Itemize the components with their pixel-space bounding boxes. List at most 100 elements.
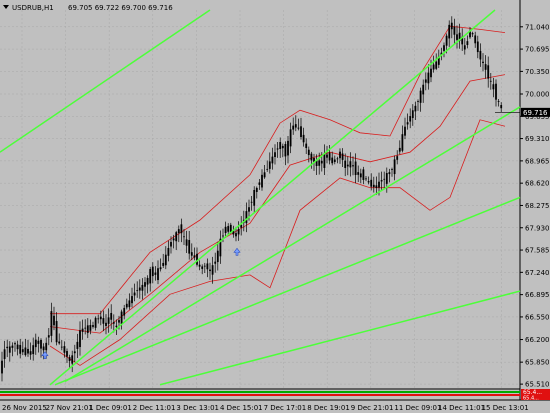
candle-body — [193, 255, 196, 258]
x-tick-label: 26 Nov 2015 — [2, 404, 47, 412]
candle-body — [141, 284, 144, 291]
candle-body — [89, 324, 92, 331]
plot-area[interactable] — [0, 0, 520, 400]
x-tick-label: 14 Dec 11:01 — [438, 404, 485, 412]
candle-body — [198, 264, 201, 267]
candle-body — [450, 22, 453, 30]
y-tick-label: 65.850 — [525, 359, 550, 367]
x-tick-label: 2 Dec 11:01 — [133, 404, 176, 412]
y-tick-label: 70.350 — [525, 68, 550, 76]
y-tick-label: 68.965 — [525, 157, 550, 165]
candle-body — [401, 134, 404, 151]
candle-body — [310, 153, 313, 161]
candle-body — [331, 157, 334, 164]
candle-body — [357, 172, 360, 175]
candle-body — [271, 156, 274, 164]
candle-body — [99, 316, 102, 320]
candle-body — [170, 241, 172, 247]
candle-body — [297, 127, 300, 129]
x-tick-label: 11 Dec 09:01 — [394, 404, 441, 412]
candle-body — [307, 149, 310, 156]
y-tick-label: 67.240 — [525, 269, 550, 277]
candle-body — [112, 322, 115, 324]
candle-body — [86, 325, 89, 333]
candle-body — [149, 269, 152, 284]
candle-body — [432, 64, 435, 70]
candle-body — [16, 344, 19, 350]
candle-body — [55, 321, 58, 343]
candle-body — [222, 235, 224, 237]
candle-body — [456, 34, 458, 40]
candle-body — [209, 269, 211, 272]
y-tick-label: 69.310 — [525, 135, 550, 143]
candle-body — [253, 189, 256, 206]
y-tick-label: 68.275 — [525, 202, 550, 210]
candle-body — [367, 181, 370, 183]
candle-body — [237, 229, 240, 235]
bottom-label-2: 65.4... — [523, 396, 539, 402]
candle-body — [492, 84, 495, 90]
candle-body — [258, 182, 261, 185]
candle-body — [118, 320, 120, 323]
candle-body — [47, 335, 50, 338]
candle-body — [396, 156, 399, 160]
candle-body — [211, 265, 214, 275]
candle-body — [97, 318, 100, 320]
x-tick-label: 4 Dec 15:01 — [220, 404, 263, 412]
chart-container[interactable]: 71.04070.69570.35070.00069.65569.31068.9… — [0, 0, 550, 413]
candle-body — [375, 185, 378, 188]
y-tick-label: 65.510 — [525, 381, 550, 389]
x-tick-label: 27 Nov 21:01 — [46, 404, 93, 412]
candle-body — [167, 247, 170, 256]
candle-body — [378, 181, 380, 188]
candle-body — [128, 300, 131, 308]
candle-body — [11, 345, 14, 348]
candle-body — [276, 148, 279, 150]
candle-body — [448, 24, 451, 39]
candle-body — [21, 349, 24, 353]
candle-body — [94, 317, 97, 328]
candle-body — [183, 236, 185, 238]
candle-body — [3, 349, 6, 360]
candle-body — [81, 328, 84, 332]
candle-body — [370, 179, 373, 187]
y-tick-label: 68.620 — [525, 180, 550, 188]
candle-body — [37, 340, 40, 344]
candle-body — [84, 327, 87, 329]
candle-body — [27, 348, 29, 354]
candle-body — [323, 153, 326, 168]
candle-body — [60, 346, 63, 348]
candle-body — [445, 35, 448, 46]
candle-body — [92, 325, 94, 327]
y-tick-label: 67.930 — [525, 224, 550, 232]
candle-body — [398, 147, 401, 152]
candle-body — [292, 125, 295, 130]
candle-body — [240, 224, 243, 228]
candle-body — [495, 83, 497, 100]
candle-body — [305, 143, 308, 149]
candle-body — [29, 351, 32, 355]
x-tick-label: 1 Dec 09:01 — [89, 404, 132, 412]
candle-body — [45, 342, 48, 351]
candle-body — [6, 346, 9, 349]
candle-body — [414, 105, 417, 112]
candle-body — [435, 61, 438, 69]
candle-body — [162, 262, 165, 266]
candle-body — [263, 172, 266, 178]
candle-body — [372, 184, 375, 188]
candle-body — [279, 142, 282, 150]
candle-body — [474, 35, 477, 44]
candle-body — [58, 341, 61, 344]
chart-symbol: USDRUB,H1 — [12, 4, 54, 12]
candle-body — [422, 84, 425, 95]
candle-body — [50, 311, 53, 336]
candle-body — [302, 134, 305, 143]
candle-body — [125, 303, 128, 308]
candle-body — [144, 282, 146, 287]
candle-body — [105, 322, 107, 326]
price-chart[interactable]: 71.04070.69570.35070.00069.65569.31068.9… — [0, 0, 550, 413]
candle-body — [188, 240, 191, 254]
candle-body — [1, 360, 3, 374]
candle-body — [261, 174, 263, 188]
candle-body — [268, 161, 271, 169]
